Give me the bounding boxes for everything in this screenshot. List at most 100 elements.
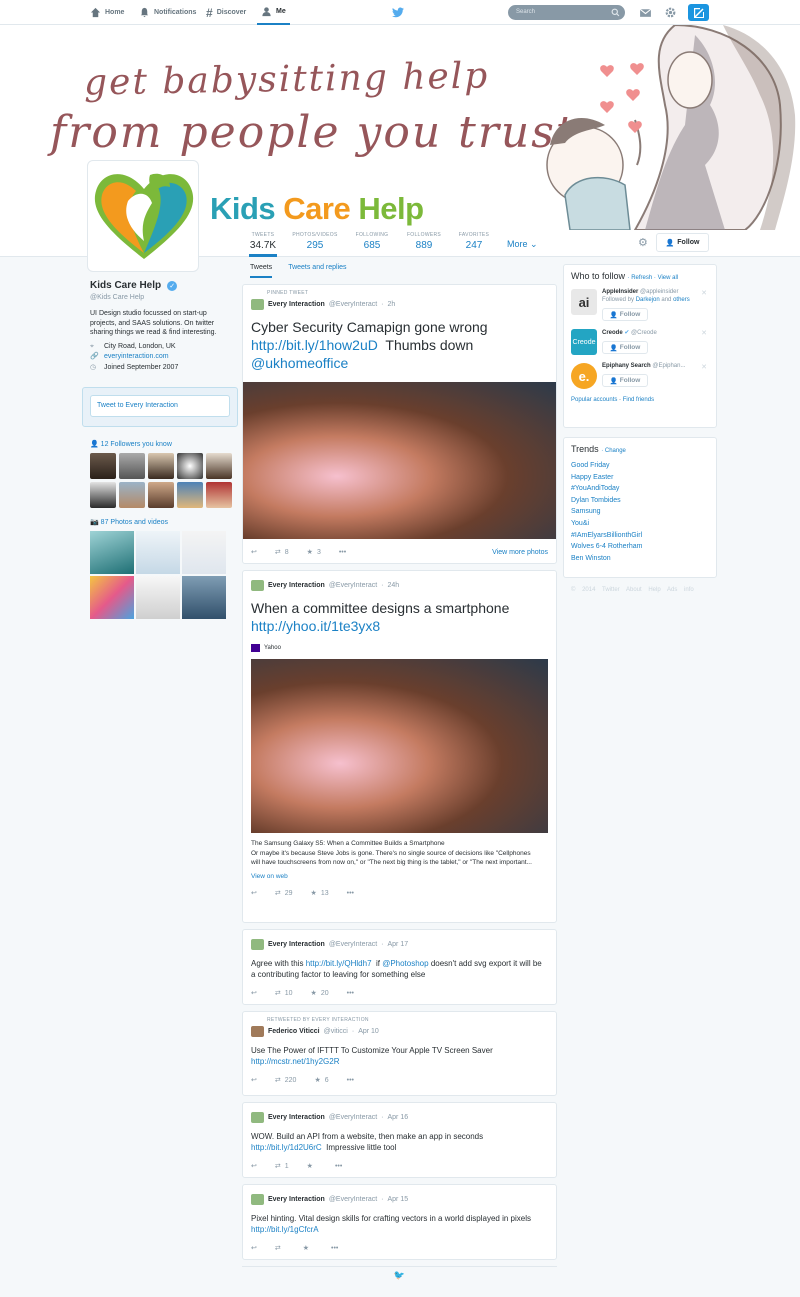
more-icon[interactable]: ••• xyxy=(347,890,354,897)
favorite-button[interactable]: ★ xyxy=(307,1162,317,1170)
view-all-link[interactable]: View all xyxy=(658,275,679,281)
stat-followers[interactable]: Followers 889 xyxy=(406,232,442,251)
more-icon[interactable]: ••• xyxy=(335,1163,342,1170)
avatar[interactable] xyxy=(251,939,264,950)
photo-thumb[interactable] xyxy=(182,531,226,574)
avatar[interactable]: Creode xyxy=(571,329,597,355)
avatar[interactable]: e. xyxy=(571,363,597,389)
reply-icon[interactable]: ↩ xyxy=(251,1076,257,1084)
followers-you-know-link[interactable]: 👤 12 Followers you know xyxy=(90,440,238,448)
trend-item[interactable]: #IAmElyarsBillionthGirl xyxy=(571,530,709,542)
nav-me[interactable]: Me xyxy=(257,0,290,25)
view-more-photos-link[interactable]: View more photos xyxy=(492,549,548,556)
more-icon[interactable]: ••• xyxy=(331,1245,338,1252)
find-friends-link[interactable]: Find friends xyxy=(623,397,654,403)
follower-avatar[interactable] xyxy=(148,453,174,479)
photo-thumb[interactable] xyxy=(90,531,134,574)
dismiss-icon[interactable]: ✕ xyxy=(701,363,707,371)
avatar[interactable] xyxy=(251,1194,264,1205)
stat-tweets[interactable]: Tweets 34.7K xyxy=(249,232,277,257)
follower-avatar[interactable] xyxy=(148,482,174,508)
gear-icon[interactable] xyxy=(664,6,677,19)
follow-button[interactable]: 👤 Follow xyxy=(602,308,648,321)
avatar[interactable] xyxy=(251,1026,264,1037)
follower-avatar[interactable] xyxy=(119,482,145,508)
avatar[interactable] xyxy=(251,580,264,591)
more-icon[interactable]: ••• xyxy=(347,990,354,997)
retweet-button[interactable]: ⇄ 10 xyxy=(275,989,293,998)
follower-avatar[interactable] xyxy=(90,482,116,508)
follower-avatar[interactable] xyxy=(206,482,232,508)
tweet-card[interactable]: RETWEETED BY EVERY INTERACTION Federico … xyxy=(242,1011,557,1096)
trend-item[interactable]: Samsung xyxy=(571,506,709,518)
article-title[interactable]: The Samsung Galaxy S5: When a Committee … xyxy=(251,840,548,847)
follow-button[interactable]: 👤 Follow xyxy=(656,233,709,252)
tweet-photo[interactable] xyxy=(243,382,556,539)
avatar[interactable] xyxy=(251,1112,264,1123)
favorite-button[interactable]: ★ 13 xyxy=(311,889,329,898)
photo-thumb[interactable] xyxy=(182,576,226,619)
tweet-to-input[interactable]: Tweet to Every Interaction xyxy=(90,395,230,417)
retweet-button[interactable]: ⇄ 1 xyxy=(275,1162,289,1171)
favorite-button[interactable]: ★ 3 xyxy=(307,548,321,557)
trend-item[interactable]: You&i xyxy=(571,518,709,530)
nav-home[interactable]: Home xyxy=(90,0,124,25)
dismiss-icon[interactable]: ✕ xyxy=(701,289,707,297)
profile-avatar[interactable] xyxy=(87,160,199,272)
footer-links[interactable]: © 2014 Twitter About Help Ads info xyxy=(571,587,717,593)
nav-discover[interactable]: # Discover xyxy=(206,0,246,25)
follower-avatar[interactable] xyxy=(90,453,116,479)
reply-icon[interactable]: ↩ xyxy=(251,1244,257,1252)
trend-item[interactable]: #YouAndiToday xyxy=(571,483,709,495)
tab-tweets[interactable]: Tweets xyxy=(250,264,273,278)
tweet-card[interactable]: Every Interaction @EveryInteract · Apr 17… xyxy=(242,929,557,1005)
retweet-button[interactable]: ⇄ 8 xyxy=(275,548,289,557)
reply-icon[interactable]: ↩ xyxy=(251,889,257,897)
follower-avatar[interactable] xyxy=(206,453,232,479)
refresh-link[interactable]: Refresh xyxy=(631,275,652,281)
view-on-web-link[interactable]: View on web xyxy=(251,873,548,880)
more-icon[interactable]: ••• xyxy=(339,549,346,556)
stat-following[interactable]: Following 685 xyxy=(354,232,390,251)
envelope-icon[interactable] xyxy=(639,6,652,19)
tweet-card[interactable]: Every Interaction @EveryInteract · Apr 15… xyxy=(242,1184,557,1260)
stat-favorites[interactable]: Favorites 247 xyxy=(457,232,491,251)
more-dropdown[interactable]: More ⌄ xyxy=(507,239,538,250)
avatar[interactable] xyxy=(251,299,264,310)
tweet-card[interactable]: Every Interaction @EveryInteract · 24h Wh… xyxy=(242,570,557,923)
tab-tweets-and-replies[interactable]: Tweets and replies xyxy=(288,264,346,284)
popular-accounts-link[interactable]: Popular accounts xyxy=(571,397,617,403)
stat-photos-videos[interactable]: Photos/Videos 295 xyxy=(291,232,339,251)
follower-avatar[interactable] xyxy=(119,453,145,479)
more-icon[interactable]: ••• xyxy=(347,1077,354,1084)
trend-item[interactable]: Good Friday xyxy=(571,460,709,472)
follow-button[interactable]: 👤 Follow xyxy=(602,341,648,354)
photo-thumb[interactable] xyxy=(136,531,180,574)
retweet-button[interactable]: ⇄ 220 xyxy=(275,1076,297,1085)
follower-avatar[interactable] xyxy=(177,453,203,479)
tweet-card[interactable]: PINNED TWEET Every Interaction @EveryInt… xyxy=(242,284,557,564)
favorite-button[interactable]: ★ 6 xyxy=(314,1076,328,1085)
trend-item[interactable]: Dylan Tombides xyxy=(571,495,709,507)
photos-and-videos-link[interactable]: 📷 87 Photos and videos xyxy=(90,518,238,526)
gear-icon[interactable]: ⚙ xyxy=(638,236,648,249)
avatar[interactable]: ai xyxy=(571,289,597,315)
trend-item[interactable]: Ben Winston xyxy=(571,553,709,565)
nav-notifications[interactable]: Notifications xyxy=(139,0,196,25)
tweet-card[interactable]: Every Interaction @EveryInteract · Apr 16… xyxy=(242,1102,557,1178)
reply-icon[interactable]: ↩ xyxy=(251,1162,257,1170)
trend-item[interactable]: Happy Easter xyxy=(571,472,709,484)
change-trends-link[interactable]: Change xyxy=(605,448,626,454)
photo-thumb[interactable] xyxy=(90,576,134,619)
profile-website-link[interactable]: everyinteraction.com xyxy=(104,353,169,360)
retweet-button[interactable]: ⇄ 29 xyxy=(275,889,293,898)
trend-item[interactable]: Wolves 6-4 Rotherham xyxy=(571,541,709,553)
favorite-button[interactable]: ★ 20 xyxy=(311,989,329,998)
search-input[interactable]: Search xyxy=(508,5,625,20)
follow-button[interactable]: 👤 Follow xyxy=(602,374,648,387)
follower-avatar[interactable] xyxy=(177,482,203,508)
article-image[interactable] xyxy=(251,659,548,833)
favorite-button[interactable]: ★ xyxy=(303,1244,313,1252)
dismiss-icon[interactable]: ✕ xyxy=(701,329,707,337)
twitter-bird-icon[interactable] xyxy=(392,7,404,18)
